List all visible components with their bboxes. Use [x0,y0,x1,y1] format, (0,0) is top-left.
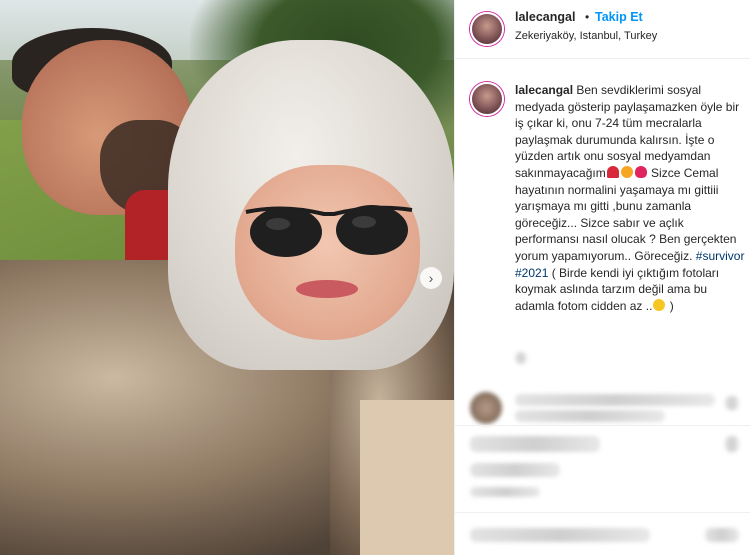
blurred-comment [515,410,665,422]
caption-line: hayatının normalini yaşamaya mı gittiii [515,182,719,197]
caption-line: ( Birde [551,265,588,280]
location-link[interactable]: Zekeriyaköy, Istanbul, Turkey [515,30,657,42]
caption-line: ) [669,298,674,313]
heart-emoji-icon [634,165,647,178]
blurred-avatar [470,392,502,424]
exclamation-emoji-icon [606,165,619,178]
laughing-emoji-icon [653,298,666,311]
instagram-post: › lalecangal • Takip Et Zekeriyaköy, Ist… [0,0,750,555]
blurred-comment [515,394,715,406]
caption-line: paylaşmak durumunda kalırsın. İşte o [515,132,715,147]
blurred-actions [470,436,600,452]
caption-line: yüzden artık onu sosyal medyamdan [515,149,711,164]
caption-line: göreceğiz... Sizce sabır ve açlık [515,215,684,230]
blurred-post-button [705,528,739,542]
caption-line: sakınmayacağım [515,165,606,180]
caption-avatar[interactable] [470,82,504,116]
post-caption: lalecangal Ben sevdiklerimi sosyal medya… [515,82,745,314]
caption-line: Sizce Cemal [651,165,719,180]
caption-line: Ben sevdiklerimi sosyal [576,83,702,97]
beige-sleeve [360,400,454,555]
caption-line: performansı nasıl olucak ? Ben [515,232,681,247]
post-header: lalecangal • Takip Et Zekeriyaköy, Istan… [455,0,750,59]
blurred-date [470,487,540,497]
blurred-icon [725,396,739,410]
blurred-content [515,352,527,364]
post-photo[interactable]: › [0,0,454,555]
separator-dot: • [585,10,590,24]
blurred-likes [470,463,560,477]
header-username[interactable]: lalecangal [515,10,575,24]
blurred-icon [725,436,739,452]
blurred-comment-input [470,528,650,542]
caption-line: fotom cidden az .. [557,298,653,313]
lips [296,280,358,298]
follow-button[interactable]: Takip Et [595,10,643,24]
caption-line: yarışmaya mı gitti ,bunu zamanla [515,199,692,214]
hashtag-link[interactable]: #2021 [515,266,548,280]
post-sidebar: lalecangal • Takip Et Zekeriyaköy, Istan… [454,0,750,555]
divider [455,425,750,426]
chevron-right-icon[interactable]: › [420,267,442,289]
divider [455,512,750,513]
caption-line: medyada gösterip paylaşamazken öyle [515,99,723,114]
profile-avatar[interactable] [470,12,504,46]
caption-line: Göreceğiz. [634,248,693,263]
sunglasses [245,205,413,257]
hashtag-link[interactable]: #survivor [696,249,745,263]
star-struck-emoji-icon [620,165,633,178]
caption-username[interactable]: lalecangal [515,83,573,97]
